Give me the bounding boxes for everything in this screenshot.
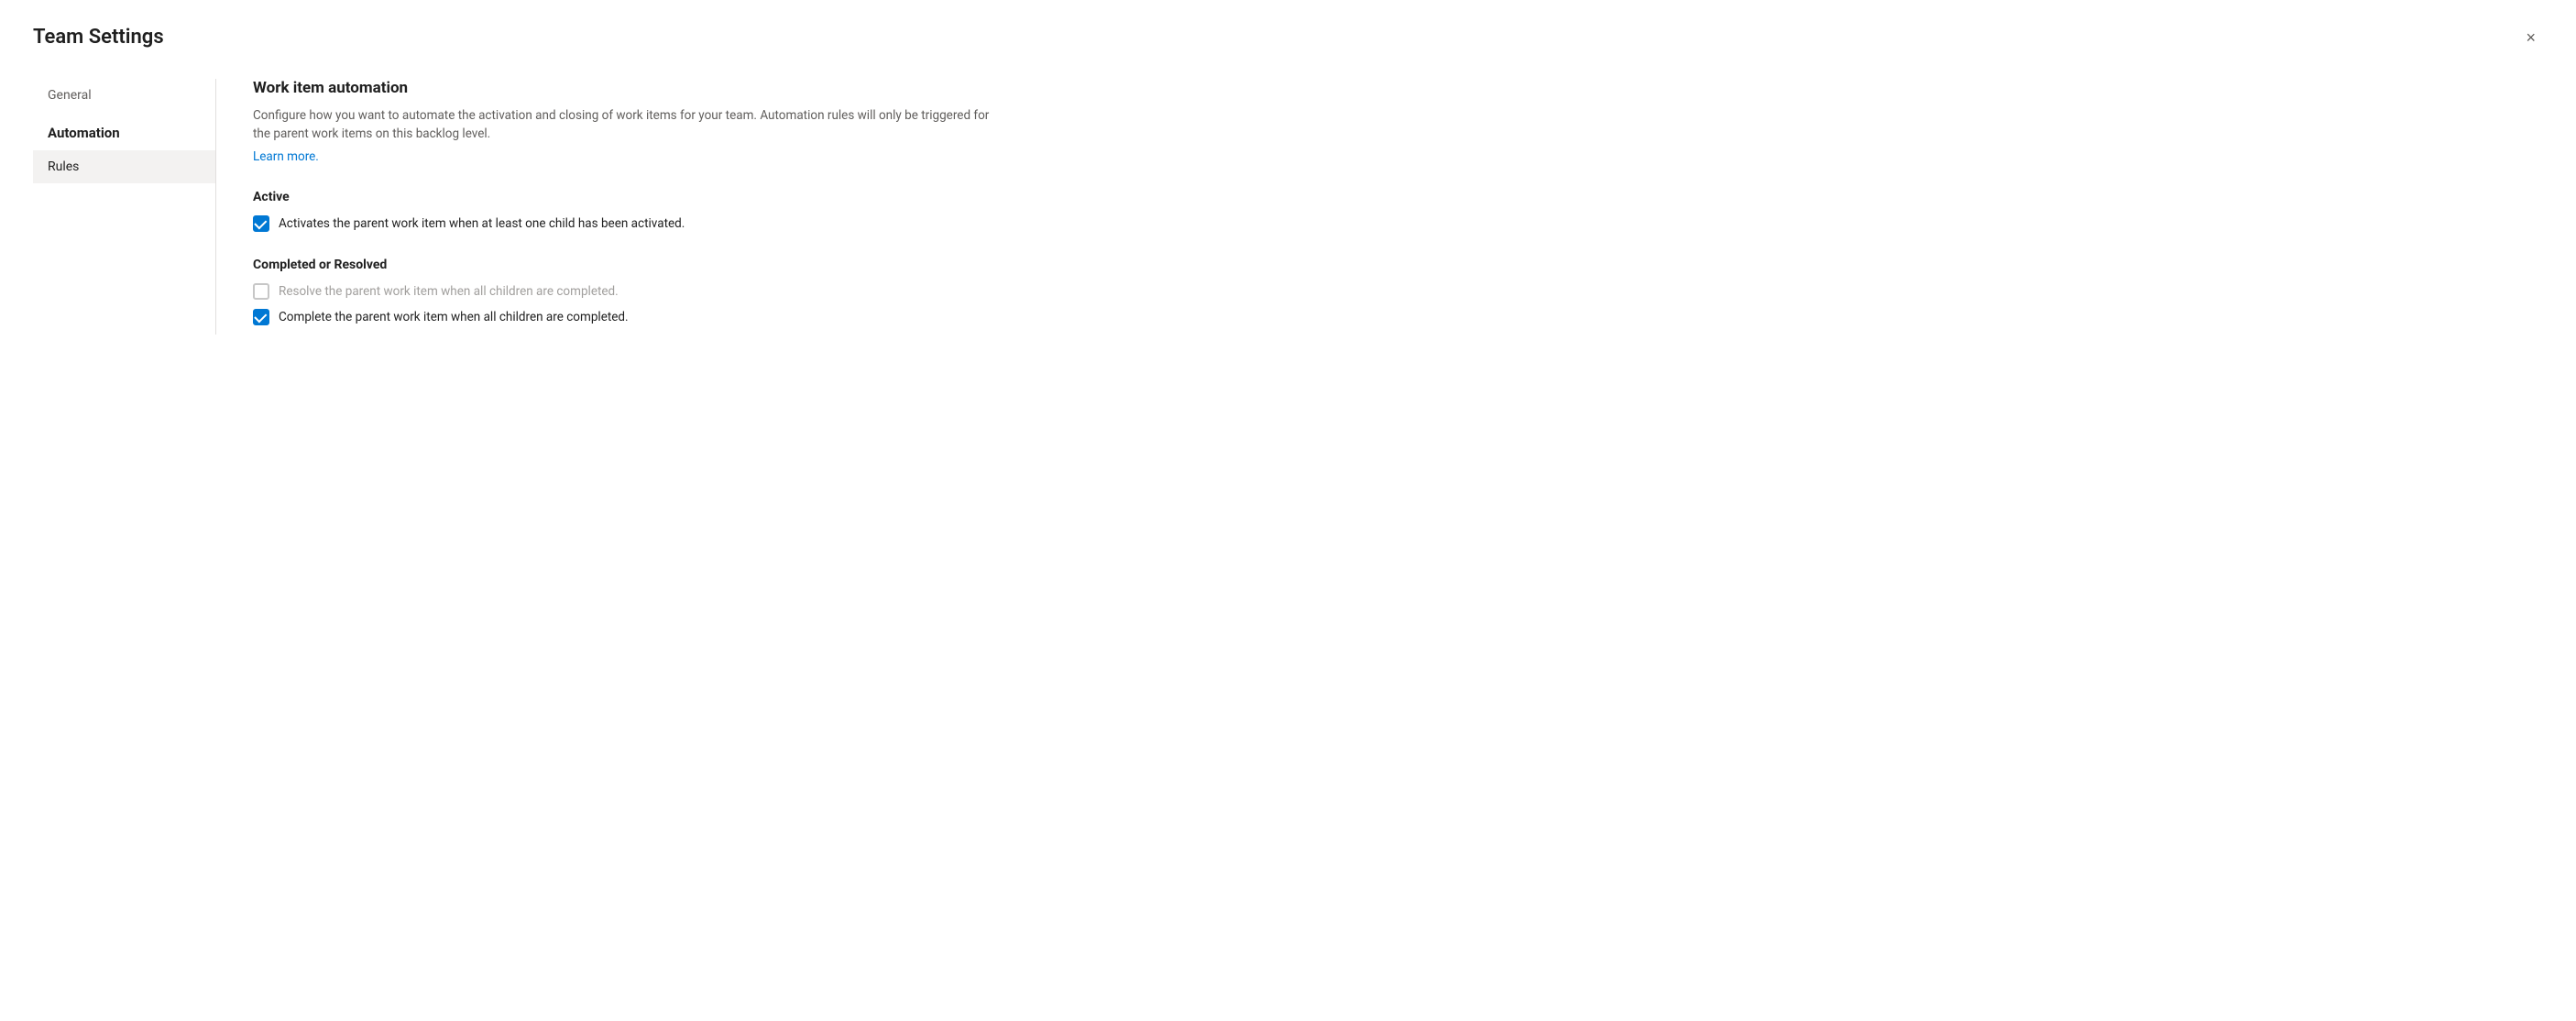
sidebar-item-rules[interactable]: Rules xyxy=(33,150,215,183)
active-section: Active Activates the parent work item wh… xyxy=(253,190,2543,232)
section-title: Work item automation xyxy=(253,79,2543,97)
active-section-label: Active xyxy=(253,190,2543,204)
complete-checkbox-label: Complete the parent work item when all c… xyxy=(279,310,629,324)
complete-checkbox[interactable] xyxy=(253,309,269,325)
sidebar-item-general[interactable]: General xyxy=(33,79,215,110)
learn-more-link[interactable]: Learn more. xyxy=(253,149,319,164)
description-text: Configure how you want to automate the a… xyxy=(253,106,1004,144)
active-checkbox-wrapper: Activates the parent work item when at l… xyxy=(253,215,685,232)
active-checkbox-row: Activates the parent work item when at l… xyxy=(253,215,2543,232)
dialog-header: Team Settings × xyxy=(33,26,2543,49)
close-button[interactable]: × xyxy=(2518,26,2543,49)
resolve-checkbox-wrapper: Resolve the parent work item when all ch… xyxy=(253,283,619,300)
active-checkbox[interactable] xyxy=(253,215,269,232)
main-content: Work item automation Configure how you w… xyxy=(253,79,2543,335)
sidebar: General Automation Rules xyxy=(33,79,216,335)
active-checkbox-label: Activates the parent work item when at l… xyxy=(279,216,685,231)
completed-section-label: Completed or Resolved xyxy=(253,258,2543,272)
complete-checkbox-wrapper: Complete the parent work item when all c… xyxy=(253,309,629,325)
completed-section: Completed or Resolved Resolve the parent… xyxy=(253,258,2543,325)
team-settings-dialog: Team Settings × General Automation Rules… xyxy=(0,0,2576,1021)
dialog-title: Team Settings xyxy=(33,26,164,49)
resolve-checkbox-label: Resolve the parent work item when all ch… xyxy=(279,284,619,299)
resolve-checkbox[interactable] xyxy=(253,283,269,300)
sidebar-item-automation-label: Automation xyxy=(33,110,215,150)
resolve-checkbox-row: Resolve the parent work item when all ch… xyxy=(253,283,2543,300)
complete-checkbox-row: Complete the parent work item when all c… xyxy=(253,309,2543,325)
layout: General Automation Rules Work item autom… xyxy=(33,79,2543,335)
